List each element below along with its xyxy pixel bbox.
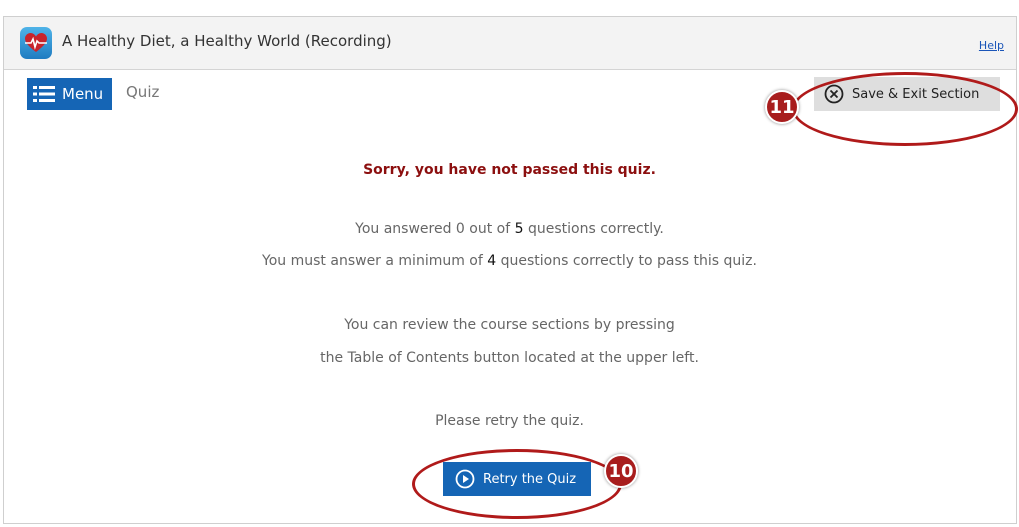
window-title: A Healthy Diet, a Healthy World (Recordi…	[62, 32, 392, 50]
retry-callout-badge: 10	[604, 454, 638, 488]
help-link[interactable]: Help	[979, 39, 1004, 52]
retry-quiz-button[interactable]: Retry the Quiz	[443, 462, 591, 496]
total-questions: 5	[514, 221, 524, 237]
minimum-line: You must answer a minimum of 4 questions…	[0, 253, 1019, 269]
score-prefix: You answered 0 out of	[355, 221, 515, 237]
menu-label: Menu	[62, 85, 104, 103]
minimum-prefix: You must answer a minimum of	[262, 253, 488, 269]
title-bar: A Healthy Diet, a Healthy World (Recordi…	[4, 17, 1016, 70]
list-icon	[33, 86, 55, 102]
minimum-suffix: questions correctly to pass this quiz.	[496, 253, 757, 269]
score-suffix: questions correctly.	[523, 221, 664, 237]
score-line: You answered 0 out of 5 questions correc…	[0, 221, 1019, 237]
result-heading: Sorry, you have not passed this quiz.	[363, 162, 656, 178]
review-line-1: You can review the course sections by pr…	[344, 317, 675, 333]
menu-button[interactable]: Menu	[27, 78, 112, 110]
minimum-required: 4	[487, 253, 497, 269]
breadcrumb: Quiz	[126, 83, 160, 101]
save-exit-label: Save & Exit Section	[852, 86, 980, 102]
review-line-2: the Table of Contents button located at …	[320, 350, 699, 366]
retry-prompt: Please retry the quiz.	[435, 413, 584, 429]
save-exit-button[interactable]: Save & Exit Section	[814, 77, 1000, 111]
close-circle-icon	[824, 84, 844, 104]
retry-label: Retry the Quiz	[483, 471, 577, 487]
exit-callout-badge: 11	[765, 90, 799, 124]
heart-icon	[20, 27, 52, 59]
play-circle-icon	[455, 469, 475, 489]
